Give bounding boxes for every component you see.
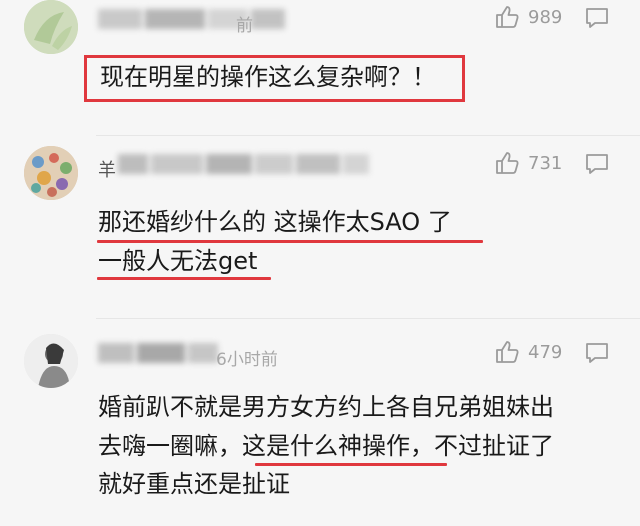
- comment-text-line: 一般人无法get: [98, 247, 258, 275]
- thumbs-up-icon: [496, 341, 519, 363]
- comment-text-line: 现在明星的操作这么复杂啊？！: [100, 63, 436, 91]
- comment-text-line: 婚前趴不就是男方女方约上各自兄弟姐妹出: [98, 393, 554, 421]
- reply-button[interactable]: [584, 341, 610, 365]
- reply-button[interactable]: [584, 152, 610, 176]
- divider: [96, 135, 640, 136]
- comment-1: 前 989 现在明星的操作这么复杂啊？！: [0, 0, 640, 115]
- thumbs-up-icon: [496, 152, 519, 174]
- comment-bubble-icon: [586, 154, 608, 174]
- comment-text-line: 就好重点还是扯证: [98, 470, 290, 498]
- timestamp: 前: [236, 16, 253, 36]
- avatar[interactable]: [24, 146, 78, 200]
- comment-bubble-icon: [586, 343, 608, 363]
- thumbs-up-icon: [496, 6, 519, 28]
- avatar-image: [24, 146, 78, 200]
- like-count: 731: [528, 152, 563, 174]
- avatar-image: [24, 334, 78, 388]
- comment-text-line: 去嗨一圈嘛，这是什么神操作，不过扯证了: [98, 432, 554, 460]
- avatar-image: [24, 0, 78, 54]
- timestamp: 6小时前: [216, 350, 278, 370]
- like-button[interactable]: 731: [494, 150, 562, 176]
- highlight-underline: [97, 277, 271, 280]
- comment-bubble-icon: [586, 8, 608, 28]
- comment-text-line: 那还婚纱什么的 这操作太SAO 了: [98, 208, 452, 236]
- username-initial: 羊: [98, 160, 116, 181]
- like-count: 989: [528, 6, 563, 28]
- username-blurred[interactable]: [118, 153, 372, 177]
- like-count: 479: [528, 341, 563, 363]
- username-blurred[interactable]: [98, 8, 288, 32]
- divider: [96, 318, 640, 319]
- like-button[interactable]: 479: [494, 339, 562, 365]
- reply-button[interactable]: [584, 6, 610, 30]
- like-button[interactable]: 989: [494, 4, 562, 30]
- username-blurred[interactable]: [98, 342, 221, 366]
- avatar[interactable]: [24, 334, 78, 388]
- avatar[interactable]: [24, 0, 78, 54]
